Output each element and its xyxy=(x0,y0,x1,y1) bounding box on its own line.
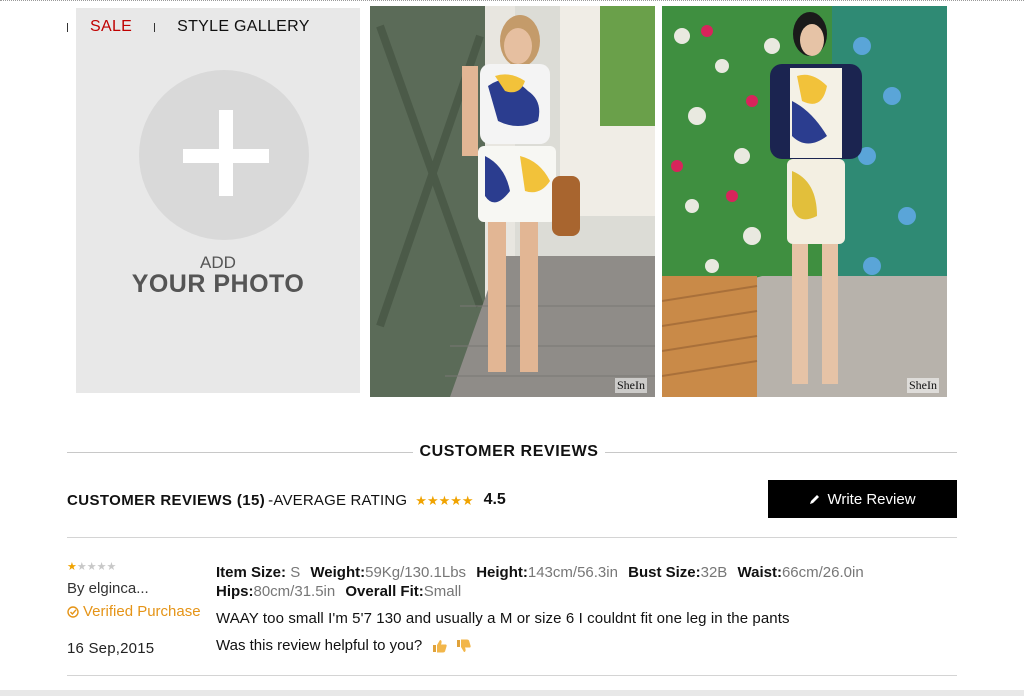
waist-value: 66cm/26.0in xyxy=(781,564,864,581)
write-review-label: Write Review xyxy=(827,490,916,508)
tab-style-gallery[interactable]: STYLE GALLERY xyxy=(177,18,310,36)
star-icon: ★ xyxy=(426,492,439,508)
overall-fit-value: Small xyxy=(423,583,462,600)
review-meta: ★ ★ ★ ★ ★ By elginca... Verified Purchas… xyxy=(67,562,215,658)
watermark-logo: SheIn xyxy=(615,378,647,393)
tab-bar: SALE STYLE GALLERY xyxy=(67,17,310,37)
tab-separator xyxy=(67,22,68,32)
heading-rule-right xyxy=(605,452,957,453)
write-review-button[interactable]: Write Review xyxy=(768,480,957,518)
star-icon: ★ xyxy=(415,492,427,508)
tab-separator xyxy=(154,22,156,32)
reviews-summary: CUSTOMER REVIEWS (15) -AVERAGE RATING ★ … xyxy=(67,488,506,512)
reviews-count: CUSTOMER REVIEWS (15) xyxy=(67,491,266,509)
weight-label: Weight: xyxy=(310,564,366,581)
thumbs-up-icon[interactable] xyxy=(432,638,448,654)
review-text: WAAY too small I'm 5'7 130 and usually a… xyxy=(216,610,790,627)
reviewer-name: By elginca... xyxy=(67,580,149,597)
customer-reviews-heading: CUSTOMER REVIEWS xyxy=(67,442,957,464)
verified-purchase-badge: Verified Purchase xyxy=(67,603,201,620)
divider xyxy=(67,675,957,676)
waist-label: Waist: xyxy=(737,564,782,581)
average-rating-label: -AVERAGE RATING xyxy=(268,491,408,509)
bust-size-value: 32B xyxy=(700,564,728,581)
star-icon: ★ xyxy=(461,492,474,508)
hips-label: Hips: xyxy=(216,583,254,600)
star-icon: ★ xyxy=(438,492,451,508)
review-date: 16 Sep,2015 xyxy=(67,640,155,657)
add-photo-tile[interactable]: ADD YOUR PHOTO xyxy=(76,8,360,393)
height-label: Height: xyxy=(476,564,528,581)
bust-size-label: Bust Size: xyxy=(628,564,701,581)
check-icon xyxy=(67,605,79,618)
review-rating-stars: ★ ★ ★ ★ ★ xyxy=(67,562,215,573)
gallery-photo-1[interactable]: SheIn xyxy=(370,6,655,397)
helpful-row: Was this review helpful to you? xyxy=(216,636,472,655)
weight-value: 59Kg/130.1Lbs xyxy=(365,564,467,581)
heading-rule-left xyxy=(67,452,413,453)
average-rating-value: 4.5 xyxy=(483,491,506,508)
star-icon: ★ xyxy=(96,561,107,573)
review-attributes: Item Size: S Weight:59Kg/130.1Lbs Height… xyxy=(216,563,956,601)
plus-icon[interactable] xyxy=(139,70,309,240)
star-icon: ★ xyxy=(86,561,97,573)
gallery-photo-2[interactable]: SheIn xyxy=(662,6,947,397)
star-icon: ★ xyxy=(450,492,462,508)
verified-label: Verified Purchase xyxy=(83,603,201,620)
helpful-prompt: Was this review helpful to you? xyxy=(216,637,423,654)
watermark-logo: SheIn xyxy=(907,378,939,393)
height-value: 143cm/56.3in xyxy=(527,564,618,581)
pencil-icon xyxy=(810,495,820,504)
average-rating-stars: ★ ★ ★ ★ ★ xyxy=(415,494,473,507)
top-dotted-border xyxy=(0,0,1024,1)
review-body: Item Size: S Weight:59Kg/130.1Lbs Height… xyxy=(216,563,956,654)
star-icon: ★ xyxy=(67,561,77,573)
item-size-label: Item Size: xyxy=(216,564,287,581)
star-icon: ★ xyxy=(106,561,117,573)
hips-value: 80cm/31.5in xyxy=(253,583,336,600)
bottom-edge xyxy=(0,690,1024,696)
divider xyxy=(67,537,957,538)
section-title: CUSTOMER REVIEWS xyxy=(419,443,599,460)
item-size-value: S xyxy=(290,564,301,581)
thumbs-down-icon[interactable] xyxy=(456,638,472,654)
overall-fit-label: Overall Fit: xyxy=(345,583,424,600)
star-icon: ★ xyxy=(76,561,87,573)
your-photo-label: YOUR PHOTO xyxy=(131,270,305,298)
tab-sale[interactable]: SALE xyxy=(90,18,132,36)
